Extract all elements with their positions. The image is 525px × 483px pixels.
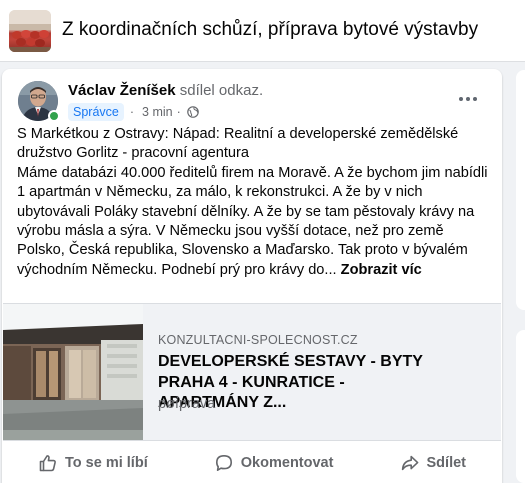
post-timestamp[interactable]: 3 min bbox=[142, 105, 173, 119]
group-title[interactable]: Z koordinačních schůzí, příprava bytové … bbox=[62, 19, 478, 41]
post-card: Václav Ženíšek sdílel odkaz. Správce · 3… bbox=[2, 69, 502, 483]
group-header: Z koordinačních schůzí, příprava bytové … bbox=[0, 0, 525, 62]
comment-label: Okomentovat bbox=[240, 455, 334, 471]
dot-separator: · bbox=[129, 105, 135, 119]
post-author-line: Václav Ženíšek sdílel odkaz. bbox=[68, 82, 263, 99]
side-panel-edge-lower bbox=[516, 330, 525, 483]
like-button[interactable]: To se mi líbí bbox=[38, 453, 148, 473]
post-paragraph: S Markétkou z Ostravy: Nápad: Realitní a… bbox=[17, 126, 459, 162]
link-preview-info[interactable]: KONZULTACNI-SPOLECNOST.CZ DEVELOPERSKÉ S… bbox=[143, 304, 501, 440]
link-description: pøíprava bbox=[158, 396, 216, 412]
link-preview-card[interactable]: KONZULTACNI-SPOLECNOST.CZ DEVELOPERSKÉ S… bbox=[3, 303, 501, 441]
share-icon bbox=[401, 455, 418, 471]
post-meta: Správce · 3 min · bbox=[68, 103, 199, 121]
author-name[interactable]: Václav Ženíšek bbox=[68, 82, 176, 99]
thumbs-up-icon bbox=[39, 455, 56, 472]
globe-icon[interactable] bbox=[186, 106, 199, 118]
post-actions-bar: To se mi líbí Okomentovat Sdílet bbox=[16, 444, 488, 482]
side-panel-edge bbox=[516, 70, 525, 310]
comment-icon bbox=[215, 455, 232, 471]
role-badge[interactable]: Správce bbox=[68, 103, 124, 121]
share-label: Sdílet bbox=[426, 455, 466, 471]
author-action: sdílel odkaz. bbox=[179, 82, 264, 99]
like-label: To se mi líbí bbox=[65, 455, 148, 471]
post-text: S Markétkou z Ostravy: Nápad: Realitní a… bbox=[17, 125, 492, 280]
link-domain: KONZULTACNI-SPOLECNOST.CZ bbox=[158, 333, 358, 347]
more-options-icon[interactable] bbox=[454, 85, 482, 113]
group-thumbnail[interactable] bbox=[9, 10, 51, 52]
see-more-link[interactable]: Zobrazit víc bbox=[341, 262, 422, 278]
online-status-indicator bbox=[48, 110, 60, 122]
dot-separator-2: · bbox=[176, 105, 181, 119]
post-paragraph: Máme databázi 40.000 ředitelů firem na M… bbox=[17, 164, 492, 280]
link-preview-image[interactable] bbox=[3, 304, 143, 440]
comment-button[interactable]: Okomentovat bbox=[214, 453, 334, 473]
share-button[interactable]: Sdílet bbox=[400, 453, 466, 473]
